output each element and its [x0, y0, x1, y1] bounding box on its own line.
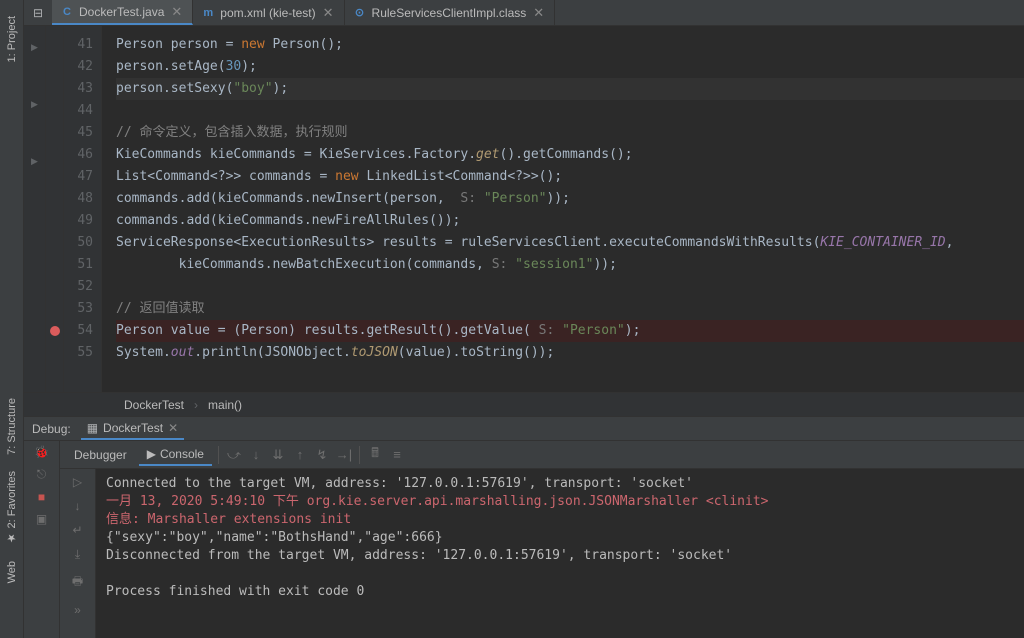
editor-tabs: ⊟ CDockerTest.java✕mpom.xml (kie-test)✕⊙…	[24, 0, 1024, 26]
code-line[interactable]: KieCommands kieCommands = KieServices.Fa…	[116, 144, 1024, 166]
console-tab[interactable]: ▶ Console	[139, 444, 212, 466]
web-tool[interactable]: Web	[4, 553, 20, 591]
tool-window-bar: 1: Project 7: Structure ★ 2: Favorites W…	[0, 0, 24, 638]
debug-tab-label: DockerTest	[103, 421, 163, 435]
close-icon[interactable]: ✕	[169, 4, 184, 20]
attach-icon[interactable]: ⎋	[37, 467, 47, 482]
close-icon[interactable]: ✕	[321, 5, 336, 21]
code-line[interactable]: System.out.println(JSONObject.toJSON(val…	[116, 342, 1024, 364]
fold-arrow-icon[interactable]: ▶	[31, 99, 38, 110]
layout-icon[interactable]: ▣	[36, 512, 47, 526]
debug-run-tab[interactable]: ▦ DockerTest ✕	[81, 417, 184, 440]
line-number-gutter: 414243444546474849505152535455	[64, 26, 102, 392]
debug-toolbar: Debugger ▶ Console ⤻ ↓ ⇊ ↑ ↯ →| 🖩	[60, 441, 1024, 469]
code-line[interactable]: person.setAge(30);	[116, 56, 1024, 78]
more-icon[interactable]: »	[74, 603, 81, 617]
tab-label: RuleServicesClientImpl.class	[372, 6, 527, 20]
console-left-toolbar: ▷ ↓ ↵ ⤓ 🖶 »	[60, 469, 96, 638]
debug-label: Debug:	[32, 422, 71, 436]
code-line[interactable]: kieCommands.newBatchExecution(commands, …	[116, 254, 1024, 276]
file-type-icon: ⊙	[353, 6, 367, 20]
step-over-icon[interactable]: ⤻	[225, 446, 243, 464]
collapse-icon[interactable]: ⊟	[24, 0, 52, 25]
console-line: Process finished with exit code 0	[106, 583, 1014, 601]
console-line: 一月 13, 2020 5:49:10 下午 org.kie.server.ap…	[106, 493, 1014, 511]
project-tool[interactable]: 1: Project	[4, 8, 20, 70]
editor-tab[interactable]: C DockerTest.java ✕	[52, 0, 193, 25]
code-line[interactable]: ServiceResponse<ExecutionResults> result…	[116, 232, 1024, 254]
console-line: 信息: Marshaller extensions init	[106, 511, 1014, 529]
fold-arrow-icon[interactable]: ▶	[31, 42, 38, 53]
file-type-icon: C	[60, 5, 74, 19]
code-line[interactable]	[116, 276, 1024, 298]
code-line[interactable]: // 返回值读取	[116, 298, 1024, 320]
drop-frame-icon[interactable]: ↯	[313, 446, 331, 464]
scroll-end-icon[interactable]: ⤓	[75, 547, 80, 562]
application-icon: ▦	[87, 421, 98, 435]
debugger-tab[interactable]: Debugger	[66, 445, 135, 465]
step-into-icon[interactable]: ↓	[247, 446, 265, 464]
force-step-into-icon[interactable]: ⇊	[269, 446, 287, 464]
fold-arrow-icon[interactable]: ▶	[31, 156, 38, 167]
console-line: Disconnected from the target VM, address…	[106, 547, 1014, 565]
run-to-cursor-icon[interactable]: →|	[335, 446, 353, 464]
trace-icon[interactable]: ≡	[388, 446, 406, 464]
print-icon[interactable]: 🖶	[72, 572, 83, 593]
editor-content[interactable]: Person person = new Person();person.setA…	[102, 26, 1024, 392]
chevron-right-icon: ›	[194, 398, 198, 412]
console-output[interactable]: Connected to the target VM, address: '12…	[96, 469, 1024, 638]
code-line[interactable]: person.setSexy("boy");	[116, 78, 1024, 100]
code-line[interactable]: commands.add(kieCommands.newInsert(perso…	[116, 188, 1024, 210]
tab-label: pom.xml (kie-test)	[220, 6, 315, 20]
code-editor[interactable]: ▶ ▶ ▶ 414243444546474849505152535455 Per…	[24, 26, 1024, 392]
debug-panel: Debug: ▦ DockerTest ✕ 🐞 ⎋ ■ ▣ Debugger	[24, 416, 1024, 638]
favorites-tool[interactable]: ★ 2: Favorites	[3, 463, 20, 553]
code-line[interactable]: Person value = (Person) results.getResul…	[116, 320, 1024, 342]
resume-icon[interactable]: ▷	[73, 475, 82, 489]
breakpoint-icon[interactable]	[50, 326, 60, 336]
breadcrumb-method[interactable]: main()	[208, 398, 242, 412]
editor-tab[interactable]: ⊙ RuleServicesClientImpl.class ✕	[345, 0, 556, 25]
breadcrumb: DockerTest › main()	[24, 392, 1024, 416]
structure-tool[interactable]: 7: Structure	[4, 390, 20, 463]
tab-label: DockerTest.java	[79, 5, 164, 19]
fold-gutter: ▶ ▶ ▶	[24, 26, 46, 392]
breadcrumb-class[interactable]: DockerTest	[124, 398, 184, 412]
debug-icon[interactable]: 🐞	[34, 445, 49, 459]
console-line: {"sexy":"boy","name":"BothsHand","age":6…	[106, 529, 1014, 547]
code-line[interactable]: Person person = new Person();	[116, 34, 1024, 56]
code-line[interactable]: List<Command<?>> commands = new LinkedLi…	[116, 166, 1024, 188]
step-out-icon[interactable]: ↑	[291, 446, 309, 464]
close-icon[interactable]: ✕	[531, 5, 546, 21]
console-line	[106, 565, 1014, 583]
pause-icon[interactable]: ↓	[75, 499, 81, 513]
code-line[interactable]: // 命令定义，包含插入数据，执行规则	[116, 122, 1024, 144]
console-icon: ▶	[147, 447, 156, 461]
code-line[interactable]: commands.add(kieCommands.newFireAllRules…	[116, 210, 1024, 232]
debug-vertical-toolbar: 🐞 ⎋ ■ ▣	[24, 441, 60, 638]
file-type-icon: m	[201, 6, 215, 20]
soft-wrap-icon[interactable]: ↵	[72, 523, 82, 537]
close-icon[interactable]: ✕	[168, 421, 178, 435]
code-line[interactable]	[116, 100, 1024, 122]
breakpoint-gutter[interactable]	[46, 26, 64, 392]
console-line: Connected to the target VM, address: '12…	[106, 475, 1014, 493]
editor-tab[interactable]: m pom.xml (kie-test) ✕	[193, 0, 344, 25]
stop-icon[interactable]: ■	[38, 490, 45, 504]
evaluate-icon[interactable]: 🖩	[366, 446, 384, 464]
